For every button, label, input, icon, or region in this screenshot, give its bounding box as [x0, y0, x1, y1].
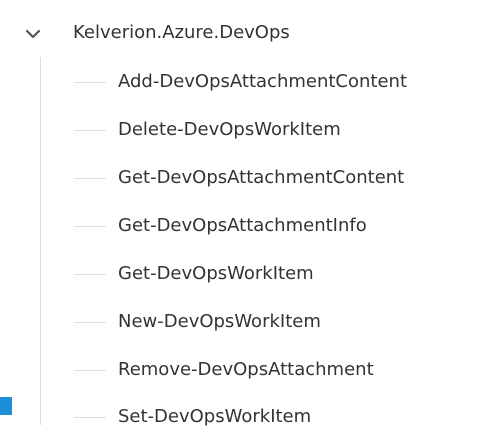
tree-item[interactable]: Get-DevOpsAttachmentContent [74, 161, 474, 195]
tree-item-label[interactable]: Add-DevOpsAttachmentContent [118, 65, 407, 99]
tree-branch-line [74, 417, 106, 418]
tree-item-label[interactable]: New-DevOpsWorkItem [118, 305, 321, 339]
tree-item[interactable]: Get-DevOpsAttachmentInfo [74, 209, 474, 243]
tree-branch-line [74, 178, 106, 179]
chevron-down-icon[interactable] [24, 25, 42, 43]
tree-root-label[interactable]: Kelverion.Azure.DevOps [73, 17, 290, 49]
tree-item-label[interactable]: Get-DevOpsAttachmentContent [118, 161, 404, 195]
tree-item-label[interactable]: Set-DevOpsWorkItem [118, 400, 311, 434]
tree-item[interactable]: Get-DevOpsWorkItem [74, 257, 474, 291]
tree-item[interactable]: Remove-DevOpsAttachment [74, 353, 474, 387]
tree-branch-line [74, 322, 106, 323]
tree-item[interactable]: Add-DevOpsAttachmentContent [74, 65, 474, 99]
tree-branch-line [74, 130, 106, 131]
tree-item[interactable]: Set-DevOpsWorkItem [74, 400, 474, 434]
tree-item-label[interactable]: Get-DevOpsWorkItem [118, 257, 314, 291]
tree-item-label[interactable]: Remove-DevOpsAttachment [118, 353, 374, 387]
tree-branch-line [74, 226, 106, 227]
tree-item[interactable]: New-DevOpsWorkItem [74, 305, 474, 339]
tree-connector-line [40, 57, 41, 425]
tree-branch-line [74, 82, 106, 83]
tree-branch-line [74, 274, 106, 275]
tree-item[interactable]: Delete-DevOpsWorkItem [74, 113, 474, 147]
tree-item-label[interactable]: Delete-DevOpsWorkItem [118, 113, 341, 147]
tree-item-label[interactable]: Get-DevOpsAttachmentInfo [118, 209, 367, 243]
selection-accent-bar [0, 397, 12, 415]
tree-branch-line [74, 370, 106, 371]
module-tree: Kelverion.Azure.DevOps Add-DevOpsAttachm… [0, 0, 489, 437]
